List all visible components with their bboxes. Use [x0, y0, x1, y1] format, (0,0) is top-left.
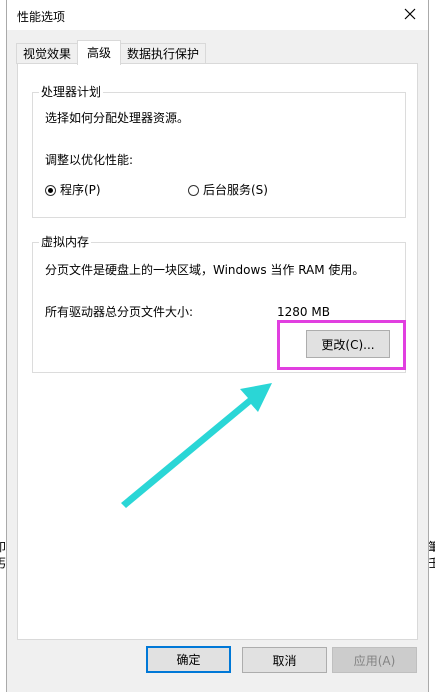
- title-bar: 性能选项: [7, 0, 428, 30]
- cancel-button[interactable]: 取消: [242, 647, 327, 673]
- close-icon: [404, 8, 416, 20]
- group-legend: 虚拟内存: [39, 235, 92, 249]
- group-legend: 处理器计划: [39, 85, 104, 99]
- adjust-label: 调整以优化性能:: [45, 153, 134, 167]
- radio-label: 程序(P): [60, 183, 101, 197]
- tab-advanced[interactable]: 高级: [77, 40, 122, 65]
- radio-unselected-indicator: [188, 184, 199, 196]
- radio-selected-indicator: [45, 184, 56, 196]
- virtual-memory-description: 分页文件是硬盘上的一块区域，Windows 当作 RAM 使用。: [45, 263, 365, 277]
- background-text: 壬: [428, 556, 435, 570]
- total-paging-label: 所有驱动器总分页文件大小:: [45, 305, 194, 319]
- tab-visual-effects[interactable]: 视觉效果: [16, 43, 79, 64]
- radio-programs[interactable]: 程序(P): [45, 183, 101, 197]
- total-paging-value: 1280 MB: [277, 305, 330, 319]
- radio-label: 后台服务(S): [203, 183, 268, 197]
- close-button[interactable]: [400, 4, 420, 24]
- window-title: 性能选项: [17, 10, 66, 24]
- radio-background-services[interactable]: 后台服务(S): [188, 183, 268, 197]
- background-text: 筆: [428, 540, 435, 554]
- ok-button[interactable]: 确定: [146, 646, 231, 673]
- annotation-highlight-box: [277, 320, 406, 370]
- background-window-right: [429, 0, 435, 692]
- processor-description: 选择如何分配处理器资源。: [45, 111, 190, 125]
- tab-strip: 视觉效果 高级 数据执行保护: [16, 40, 207, 65]
- tab-data-execution-prevention[interactable]: 数据执行保护: [120, 43, 207, 64]
- apply-button[interactable]: 应用(A): [332, 647, 417, 673]
- processor-scheduling-group: 处理器计划 选择如何分配处理器资源。 调整以优化性能: 程序(P) 后台服务(S…: [32, 85, 406, 218]
